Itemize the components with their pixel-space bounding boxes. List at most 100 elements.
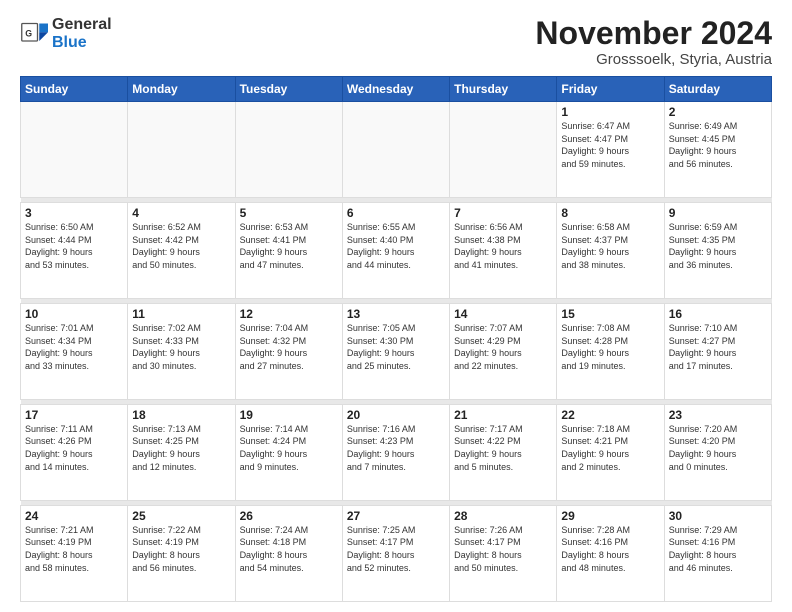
day-info: Sunrise: 6:58 AM Sunset: 4:37 PM Dayligh… [561,221,659,271]
day-info: Sunrise: 6:50 AM Sunset: 4:44 PM Dayligh… [25,221,123,271]
day-info: Sunrise: 7:05 AM Sunset: 4:30 PM Dayligh… [347,322,445,372]
day-cell: 13Sunrise: 7:05 AM Sunset: 4:30 PM Dayli… [342,303,449,399]
day-cell: 24Sunrise: 7:21 AM Sunset: 4:19 PM Dayli… [21,505,128,601]
day-number: 8 [561,206,659,220]
calendar-body: 1Sunrise: 6:47 AM Sunset: 4:47 PM Daylig… [21,102,772,602]
day-info: Sunrise: 6:56 AM Sunset: 4:38 PM Dayligh… [454,221,552,271]
calendar-header-row: SundayMondayTuesdayWednesdayThursdayFrid… [21,77,772,102]
day-number: 27 [347,509,445,523]
day-cell: 19Sunrise: 7:14 AM Sunset: 4:24 PM Dayli… [235,404,342,500]
logo-general: General [52,16,112,33]
calendar-title: November 2024 [535,16,772,51]
day-number: 17 [25,408,123,422]
day-number: 16 [669,307,767,321]
header-cell-tuesday: Tuesday [235,77,342,102]
day-number: 22 [561,408,659,422]
day-number: 3 [25,206,123,220]
day-info: Sunrise: 7:25 AM Sunset: 4:17 PM Dayligh… [347,524,445,574]
header-cell-thursday: Thursday [450,77,557,102]
day-number: 30 [669,509,767,523]
header: G General Blue November 2024 Grosssoelk,… [20,16,772,68]
day-info: Sunrise: 7:17 AM Sunset: 4:22 PM Dayligh… [454,423,552,473]
day-number: 4 [132,206,230,220]
day-cell: 21Sunrise: 7:17 AM Sunset: 4:22 PM Dayli… [450,404,557,500]
day-number: 1 [561,105,659,119]
week-row-3: 17Sunrise: 7:11 AM Sunset: 4:26 PM Dayli… [21,404,772,500]
day-info: Sunrise: 7:16 AM Sunset: 4:23 PM Dayligh… [347,423,445,473]
header-cell-monday: Monday [128,77,235,102]
day-cell: 22Sunrise: 7:18 AM Sunset: 4:21 PM Dayli… [557,404,664,500]
day-number: 11 [132,307,230,321]
day-number: 18 [132,408,230,422]
day-cell: 6Sunrise: 6:55 AM Sunset: 4:40 PM Daylig… [342,203,449,299]
day-cell: 4Sunrise: 6:52 AM Sunset: 4:42 PM Daylig… [128,203,235,299]
day-cell: 29Sunrise: 7:28 AM Sunset: 4:16 PM Dayli… [557,505,664,601]
day-number: 21 [454,408,552,422]
day-cell: 15Sunrise: 7:08 AM Sunset: 4:28 PM Dayli… [557,303,664,399]
logo-blue: Blue [52,34,87,51]
day-number: 12 [240,307,338,321]
day-info: Sunrise: 7:04 AM Sunset: 4:32 PM Dayligh… [240,322,338,372]
header-cell-friday: Friday [557,77,664,102]
day-cell: 20Sunrise: 7:16 AM Sunset: 4:23 PM Dayli… [342,404,449,500]
day-number: 13 [347,307,445,321]
week-row-4: 24Sunrise: 7:21 AM Sunset: 4:19 PM Dayli… [21,505,772,601]
day-info: Sunrise: 7:22 AM Sunset: 4:19 PM Dayligh… [132,524,230,574]
day-info: Sunrise: 7:10 AM Sunset: 4:27 PM Dayligh… [669,322,767,372]
day-info: Sunrise: 7:13 AM Sunset: 4:25 PM Dayligh… [132,423,230,473]
day-info: Sunrise: 6:55 AM Sunset: 4:40 PM Dayligh… [347,221,445,271]
week-row-2: 10Sunrise: 7:01 AM Sunset: 4:34 PM Dayli… [21,303,772,399]
day-cell: 18Sunrise: 7:13 AM Sunset: 4:25 PM Dayli… [128,404,235,500]
day-info: Sunrise: 6:52 AM Sunset: 4:42 PM Dayligh… [132,221,230,271]
day-number: 25 [132,509,230,523]
day-info: Sunrise: 7:01 AM Sunset: 4:34 PM Dayligh… [25,322,123,372]
day-cell: 11Sunrise: 7:02 AM Sunset: 4:33 PM Dayli… [128,303,235,399]
week-row-1: 3Sunrise: 6:50 AM Sunset: 4:44 PM Daylig… [21,203,772,299]
day-info: Sunrise: 7:20 AM Sunset: 4:20 PM Dayligh… [669,423,767,473]
day-cell [342,102,449,198]
header-cell-wednesday: Wednesday [342,77,449,102]
day-cell: 17Sunrise: 7:11 AM Sunset: 4:26 PM Dayli… [21,404,128,500]
day-number: 19 [240,408,338,422]
day-info: Sunrise: 6:53 AM Sunset: 4:41 PM Dayligh… [240,221,338,271]
day-info: Sunrise: 7:26 AM Sunset: 4:17 PM Dayligh… [454,524,552,574]
day-cell [128,102,235,198]
day-info: Sunrise: 7:28 AM Sunset: 4:16 PM Dayligh… [561,524,659,574]
week-row-0: 1Sunrise: 6:47 AM Sunset: 4:47 PM Daylig… [21,102,772,198]
day-cell: 27Sunrise: 7:25 AM Sunset: 4:17 PM Dayli… [342,505,449,601]
day-info: Sunrise: 7:21 AM Sunset: 4:19 PM Dayligh… [25,524,123,574]
day-number: 28 [454,509,552,523]
day-cell [21,102,128,198]
day-number: 29 [561,509,659,523]
day-cell: 14Sunrise: 7:07 AM Sunset: 4:29 PM Dayli… [450,303,557,399]
day-number: 15 [561,307,659,321]
svg-text:G: G [25,29,32,39]
day-info: Sunrise: 6:47 AM Sunset: 4:47 PM Dayligh… [561,120,659,170]
day-cell: 8Sunrise: 6:58 AM Sunset: 4:37 PM Daylig… [557,203,664,299]
day-number: 14 [454,307,552,321]
calendar-table: SundayMondayTuesdayWednesdayThursdayFrid… [20,76,772,602]
day-cell: 23Sunrise: 7:20 AM Sunset: 4:20 PM Dayli… [664,404,771,500]
day-number: 24 [25,509,123,523]
day-cell [450,102,557,198]
header-cell-sunday: Sunday [21,77,128,102]
day-number: 20 [347,408,445,422]
logo-icon: G [20,20,48,48]
day-number: 6 [347,206,445,220]
day-cell: 7Sunrise: 6:56 AM Sunset: 4:38 PM Daylig… [450,203,557,299]
day-info: Sunrise: 7:07 AM Sunset: 4:29 PM Dayligh… [454,322,552,372]
day-cell: 9Sunrise: 6:59 AM Sunset: 4:35 PM Daylig… [664,203,771,299]
day-cell: 2Sunrise: 6:49 AM Sunset: 4:45 PM Daylig… [664,102,771,198]
day-number: 26 [240,509,338,523]
day-info: Sunrise: 7:11 AM Sunset: 4:26 PM Dayligh… [25,423,123,473]
day-info: Sunrise: 7:18 AM Sunset: 4:21 PM Dayligh… [561,423,659,473]
day-number: 7 [454,206,552,220]
title-block: November 2024 Grosssoelk, Styria, Austri… [535,16,772,68]
day-cell: 1Sunrise: 6:47 AM Sunset: 4:47 PM Daylig… [557,102,664,198]
day-info: Sunrise: 7:29 AM Sunset: 4:16 PM Dayligh… [669,524,767,574]
day-cell: 12Sunrise: 7:04 AM Sunset: 4:32 PM Dayli… [235,303,342,399]
day-number: 2 [669,105,767,119]
day-number: 9 [669,206,767,220]
day-info: Sunrise: 6:59 AM Sunset: 4:35 PM Dayligh… [669,221,767,271]
day-info: Sunrise: 7:14 AM Sunset: 4:24 PM Dayligh… [240,423,338,473]
